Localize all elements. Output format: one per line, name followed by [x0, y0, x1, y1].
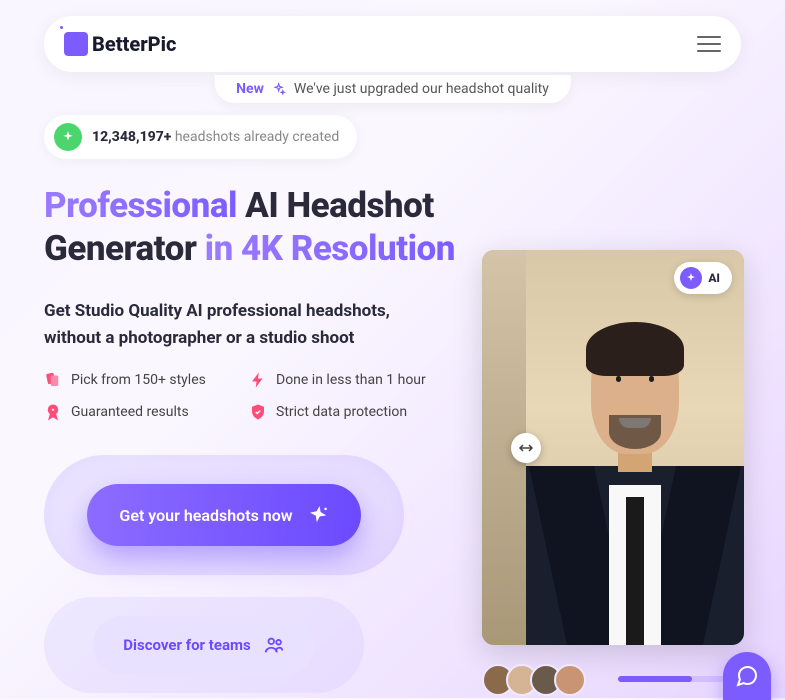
new-text: We've just upgraded our headshot quality: [294, 81, 549, 97]
headshot-comparison-card[interactable]: AI: [482, 250, 744, 645]
feature-grid: Pick from 150+ styles Done in less than …: [44, 371, 444, 421]
hero-subheading: Get Studio Quality AI professional heads…: [44, 298, 424, 351]
hero-content: 12,348,197+ headshots already created Pr…: [44, 115, 474, 693]
ai-badge: AI: [674, 262, 732, 294]
avatar: [554, 664, 586, 696]
counter-text: headshots already created: [175, 129, 339, 145]
upgrade-banner[interactable]: New We've just upgraded our headshot qua…: [214, 75, 571, 103]
feature-text: Done in less than 1 hour: [276, 372, 426, 388]
heading-gradient-1: Professional: [44, 185, 237, 226]
heading-gradient-2: in 4K Resolution: [205, 228, 455, 269]
swatch-icon: [44, 371, 62, 389]
drag-horizontal-icon: [517, 439, 535, 457]
feature-styles: Pick from 150+ styles: [44, 371, 239, 389]
hero-heading: Professional AI Headshot Generator in 4K…: [44, 185, 474, 270]
sparkle-badge-icon: [54, 123, 82, 151]
headshot-counter-pill: 12,348,197+ headshots already created: [44, 115, 357, 159]
feature-speed: Done in less than 1 hour: [249, 371, 444, 389]
primary-cta-glow: Get your headshots now: [44, 455, 404, 575]
feature-privacy: Strict data protection: [249, 403, 444, 421]
ribbon-icon: [44, 403, 62, 421]
logo-mark-icon: [64, 32, 88, 56]
feature-guarantee: Guaranteed results: [44, 403, 239, 421]
shield-check-icon: [249, 403, 267, 421]
progress-fill: [618, 676, 692, 682]
discover-teams-button[interactable]: Discover for teams: [93, 616, 314, 674]
feature-text: Strict data protection: [276, 404, 407, 420]
menu-icon[interactable]: [697, 36, 721, 52]
sparkle-icon: [272, 82, 286, 96]
carousel-progress[interactable]: [618, 676, 738, 682]
after-image: [526, 250, 744, 645]
feature-text: Pick from 150+ styles: [71, 372, 206, 388]
new-label: New: [236, 81, 264, 97]
brand-logo[interactable]: BetterPic: [64, 32, 176, 56]
example-avatars[interactable]: [482, 664, 586, 696]
ai-badge-text: AI: [708, 271, 720, 285]
cta-label: Get your headshots now: [119, 506, 292, 525]
cta2-label: Discover for teams: [123, 636, 250, 654]
sparkle-dot-icon: [680, 267, 702, 289]
sparkle-icon: [305, 502, 330, 527]
get-headshots-button[interactable]: Get your headshots now: [87, 484, 360, 546]
people-icon: [263, 634, 285, 656]
chat-button[interactable]: [723, 652, 771, 700]
brand-name: BetterPic: [92, 32, 176, 56]
feature-text: Guaranteed results: [71, 404, 189, 420]
counter-number: 12,348,197+: [92, 129, 171, 145]
bolt-icon: [249, 371, 267, 389]
top-nav: BetterPic: [44, 16, 741, 72]
chat-icon: [735, 664, 759, 688]
comparison-slider-handle[interactable]: [511, 433, 541, 463]
secondary-cta-glow: Discover for teams: [44, 597, 364, 693]
